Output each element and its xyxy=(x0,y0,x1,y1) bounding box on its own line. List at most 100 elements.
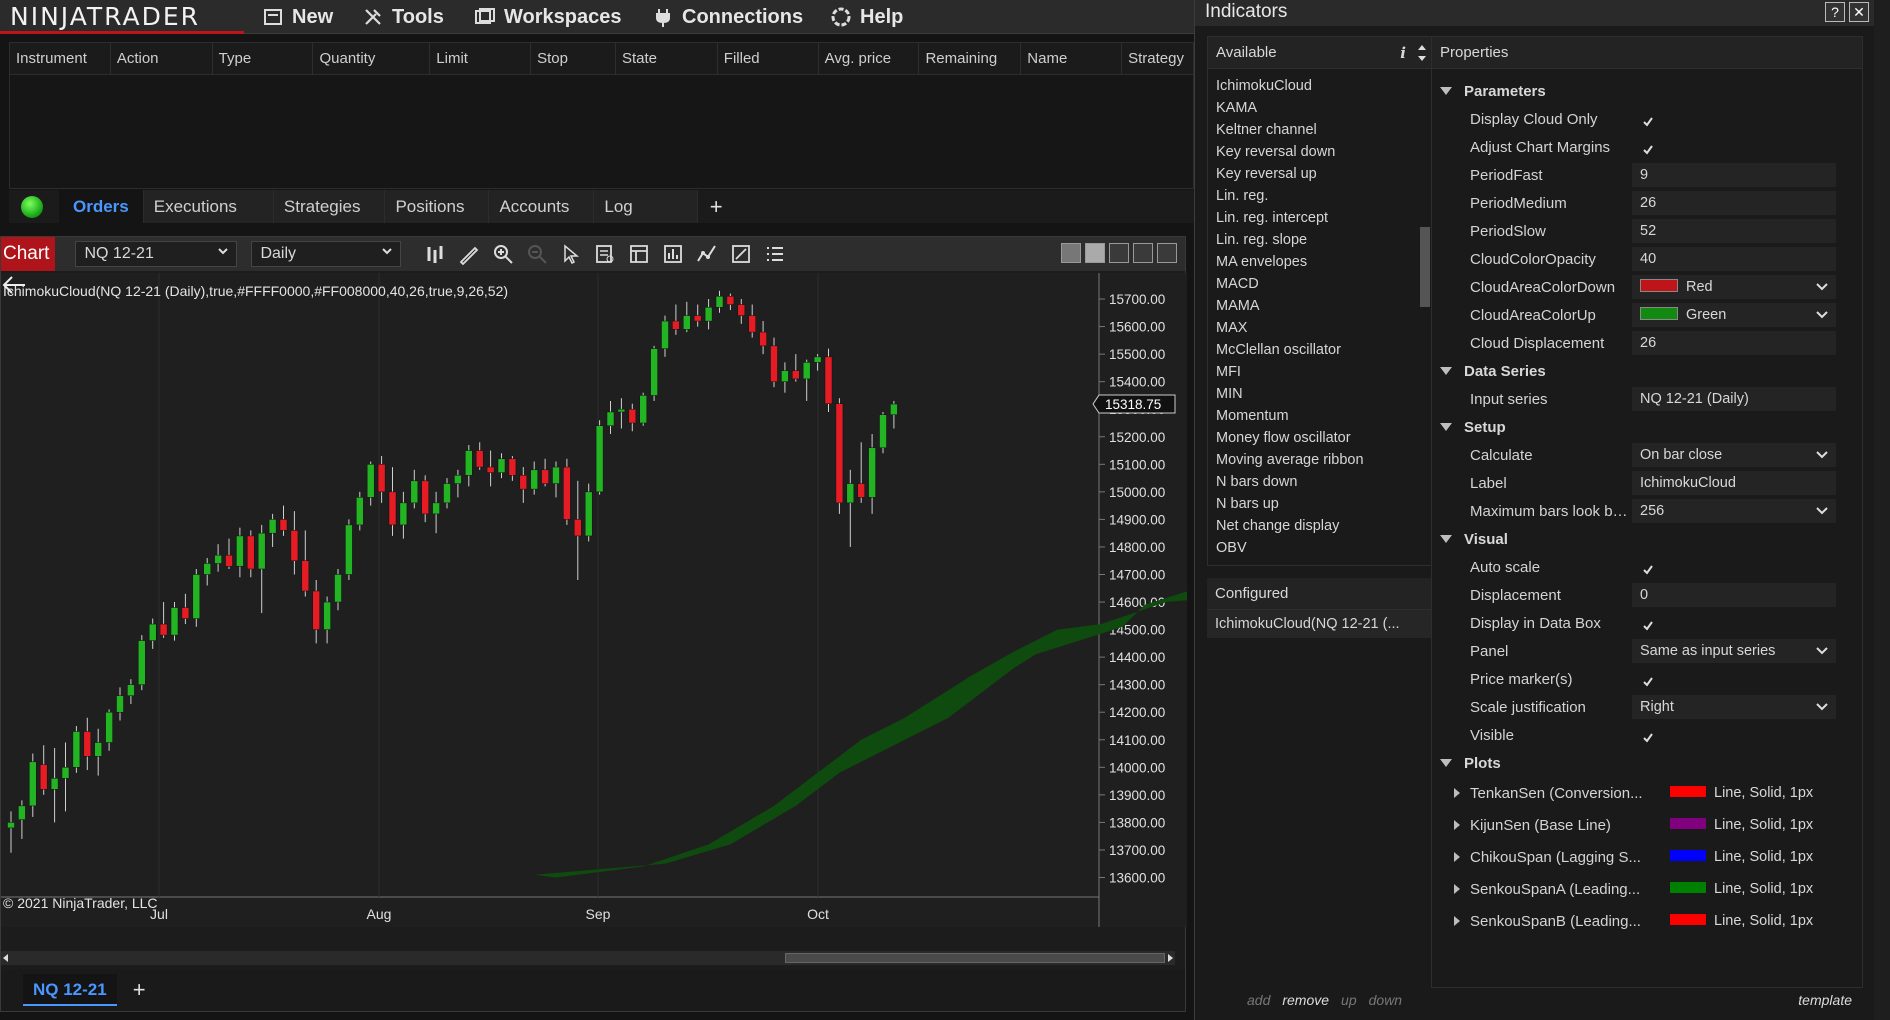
col-strategy[interactable]: Strategy xyxy=(1122,43,1193,75)
available-indicator-item[interactable]: Lin. reg. intercept xyxy=(1208,207,1418,229)
available-indicator-item[interactable]: Key reversal up xyxy=(1208,163,1418,185)
add-tab-button[interactable]: + xyxy=(698,194,735,220)
expand-icon[interactable] xyxy=(1454,852,1460,862)
category-data-series[interactable]: Data Series xyxy=(1432,357,1862,385)
data-box-icon[interactable] xyxy=(593,242,617,266)
property-input[interactable]: 0 xyxy=(1632,583,1836,607)
scroll-left-icon[interactable] xyxy=(1,953,9,963)
available-indicator-item[interactable]: IchimokuCloud xyxy=(1208,75,1418,97)
available-indicator-item[interactable]: N bars down xyxy=(1208,471,1418,493)
add-button[interactable]: add xyxy=(1247,992,1270,1008)
available-indicator-item[interactable]: MFI xyxy=(1208,361,1418,383)
interval-selector[interactable]: Daily xyxy=(251,241,402,267)
available-list[interactable]: IchimokuCloud KAMA Keltner channel Key reve… xyxy=(1208,75,1418,559)
dialog-close-button[interactable]: ✕ xyxy=(1849,2,1869,22)
property-input[interactable]: 40 xyxy=(1632,247,1836,271)
configured-item[interactable]: IchimokuCloud(NQ 12-21 (... xyxy=(1207,610,1433,638)
plot-style[interactable]: Line, Solid, 1px xyxy=(1662,909,1842,933)
available-indicator-item[interactable]: Momentum xyxy=(1208,405,1418,427)
property-input[interactable]: 52 xyxy=(1632,219,1836,243)
available-indicator-item[interactable]: MAMA xyxy=(1208,295,1418,317)
available-indicator-item[interactable]: McClellan oscillator xyxy=(1208,339,1418,361)
col-quantity[interactable]: Quantity xyxy=(313,43,431,75)
help-button[interactable]: ? xyxy=(1825,2,1845,22)
property-checkbox[interactable] xyxy=(1632,723,1836,747)
zoom-in-icon[interactable] xyxy=(491,242,515,266)
plot-style[interactable]: Line, Solid, 1px xyxy=(1662,781,1842,805)
tab-executions[interactable]: Executions xyxy=(143,190,274,223)
col-name[interactable]: Name xyxy=(1021,43,1123,75)
available-indicator-item[interactable]: N bars up xyxy=(1208,493,1418,515)
instrument-selector[interactable]: NQ 12-21 xyxy=(75,241,238,267)
category-plots[interactable]: Plots xyxy=(1432,749,1862,777)
property-input[interactable]: NQ 12-21 (Daily) xyxy=(1632,387,1836,411)
plot-style[interactable]: Line, Solid, 1px xyxy=(1662,845,1842,869)
menu-workspaces[interactable]: Workspaces xyxy=(474,0,621,34)
property-select[interactable]: Same as input series xyxy=(1632,639,1836,663)
chart-plot-area[interactable]: Jul Aug Sep Oct 15700.00 15600.00 15500.00 1540… xyxy=(1,273,1187,927)
chart-tab-nq[interactable]: NQ 12-21 xyxy=(23,974,117,1006)
available-scrollbar[interactable] xyxy=(1420,227,1430,307)
expand-icon[interactable] xyxy=(1454,916,1460,926)
expand-icon[interactable] xyxy=(1454,884,1460,894)
property-input[interactable]: 26 xyxy=(1632,191,1836,215)
col-filled[interactable]: Filled xyxy=(718,43,819,75)
available-indicator-item[interactable]: Lin. reg. slope xyxy=(1208,229,1418,251)
up-button[interactable]: up xyxy=(1341,992,1357,1008)
indicators-icon[interactable] xyxy=(695,242,719,266)
property-select[interactable]: Right xyxy=(1632,695,1836,719)
close-button[interactable] xyxy=(1157,243,1177,263)
zoom-out-icon[interactable] xyxy=(525,242,549,266)
property-checkbox[interactable] xyxy=(1632,135,1836,159)
info-icon[interactable]: i xyxy=(1400,37,1406,69)
menu-new[interactable]: New xyxy=(262,0,333,34)
minimize-button[interactable] xyxy=(1109,243,1129,263)
chart-trader-icon[interactable] xyxy=(763,242,787,266)
available-indicator-item[interactable]: Lin. reg. xyxy=(1208,185,1418,207)
scroll-thumb[interactable] xyxy=(785,953,1165,963)
available-indicator-item[interactable]: Money flow oscillator xyxy=(1208,427,1418,449)
available-indicator-item[interactable]: Moving average ribbon xyxy=(1208,449,1418,471)
tab-strategies[interactable]: Strategies xyxy=(273,190,386,223)
col-limit[interactable]: Limit xyxy=(430,43,532,75)
snapshot-icon[interactable] xyxy=(729,242,753,266)
tile-right-button[interactable] xyxy=(1085,243,1105,263)
expand-icon[interactable] xyxy=(1454,820,1460,830)
property-checkbox[interactable] xyxy=(1632,107,1836,131)
property-color-picker[interactable]: Red xyxy=(1632,275,1836,299)
property-checkbox[interactable] xyxy=(1632,555,1836,579)
col-stop[interactable]: Stop xyxy=(531,43,616,75)
back-arrow-icon[interactable] xyxy=(1,273,27,297)
col-action[interactable]: Action xyxy=(111,43,213,75)
price-chart[interactable]: Jul Aug Sep Oct15700.0015600.0015500.001540… xyxy=(1,273,1187,927)
maximize-button[interactable] xyxy=(1133,243,1153,263)
menu-tools[interactable]: Tools xyxy=(362,0,444,34)
available-indicator-item[interactable]: MA envelopes xyxy=(1208,251,1418,273)
property-input[interactable]: 9 xyxy=(1632,163,1836,187)
property-input[interactable]: IchimokuCloud xyxy=(1632,471,1836,495)
category-parameters[interactable]: Parameters xyxy=(1432,77,1862,105)
expand-icon[interactable] xyxy=(1454,788,1460,798)
available-indicator-item[interactable]: OBV xyxy=(1208,537,1418,559)
col-type[interactable]: Type xyxy=(213,43,314,75)
available-indicator-item[interactable]: Key reversal down xyxy=(1208,141,1418,163)
col-state[interactable]: State xyxy=(616,43,718,75)
property-color-picker[interactable]: Green xyxy=(1632,303,1836,327)
category-setup[interactable]: Setup xyxy=(1432,413,1862,441)
bar-type-icon[interactable] xyxy=(423,242,447,266)
drawing-tool-icon[interactable] xyxy=(457,242,481,266)
property-select[interactable]: 256 xyxy=(1632,499,1836,523)
available-indicator-item[interactable]: MAX xyxy=(1208,317,1418,339)
chart-horizontal-scrollbar[interactable] xyxy=(1,951,1175,965)
template-button[interactable]: template xyxy=(1798,992,1852,1008)
plot-style[interactable]: Line, Solid, 1px xyxy=(1662,813,1842,837)
col-remaining[interactable]: Remaining xyxy=(919,43,1022,75)
orders-grid[interactable]: Instrument Action Type Quantity Limit St… xyxy=(9,42,1194,189)
down-button[interactable]: down xyxy=(1369,992,1402,1008)
property-checkbox[interactable] xyxy=(1632,611,1836,635)
strategies-icon[interactable] xyxy=(661,242,685,266)
available-indicator-item[interactable]: Keltner channel xyxy=(1208,119,1418,141)
col-avg-price[interactable]: Avg. price xyxy=(819,43,920,75)
tab-orders[interactable]: Orders xyxy=(59,190,144,223)
remove-button[interactable]: remove xyxy=(1282,992,1329,1008)
